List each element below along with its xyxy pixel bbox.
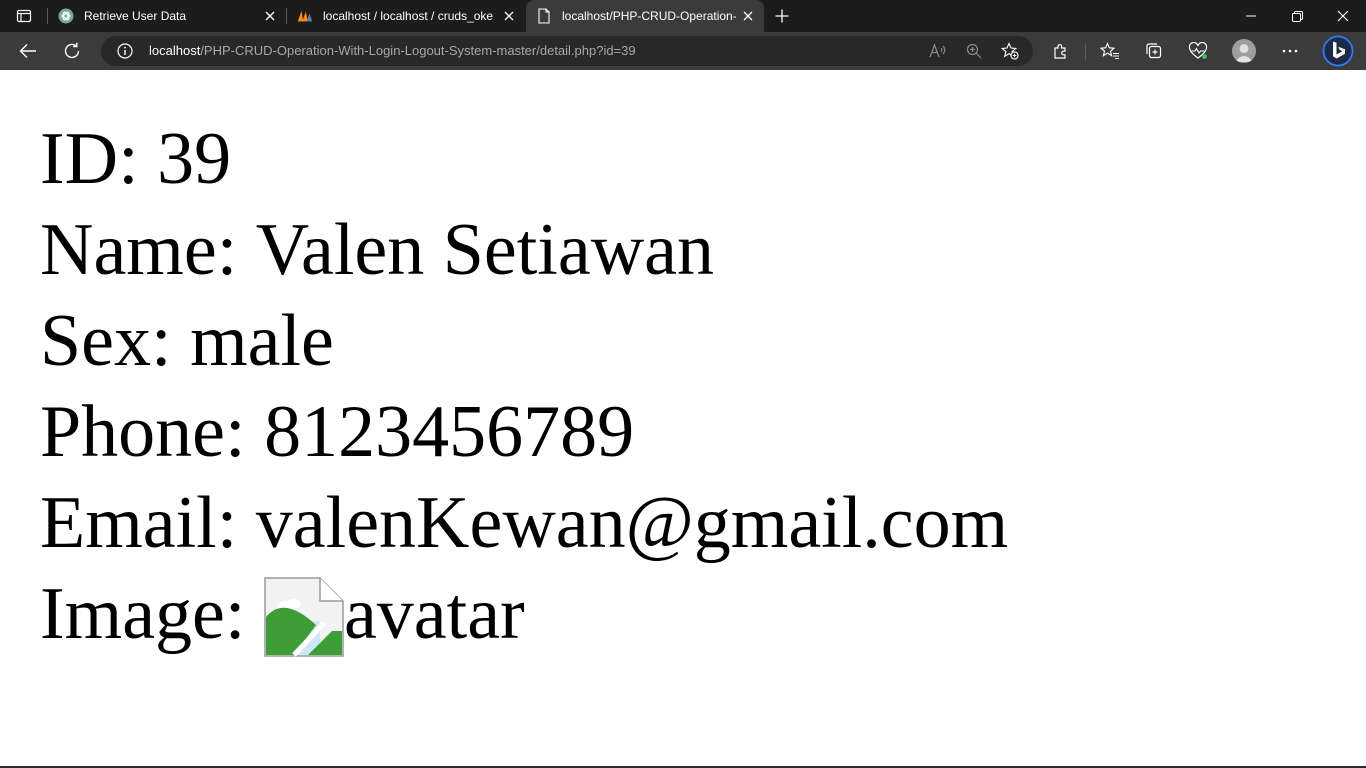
avatar-icon	[1235, 44, 1253, 62]
close-icon	[1337, 10, 1349, 22]
close-tab-icon[interactable]	[740, 8, 756, 24]
tab-title: localhost/PHP-CRUD-Operation-	[562, 9, 736, 23]
address-bar[interactable]: localhost/PHP-CRUD-Operation-With-Login-…	[101, 36, 1033, 66]
refresh-button[interactable]	[57, 37, 87, 65]
profile-avatar[interactable]	[1232, 39, 1256, 63]
minimize-button[interactable]	[1228, 0, 1274, 32]
close-tab-icon[interactable]	[262, 8, 278, 24]
minimize-icon	[1246, 15, 1256, 17]
image-alt-text: avatar	[343, 573, 525, 655]
back-button[interactable]	[13, 37, 43, 65]
favorites-icon	[1100, 42, 1119, 60]
id-label: ID:	[40, 118, 158, 200]
more-options-icon	[1282, 49, 1298, 53]
browser-toolbar: localhost/PHP-CRUD-Operation-With-Login-…	[0, 32, 1366, 70]
url-host: localhost	[149, 43, 201, 58]
close-window-button[interactable]	[1320, 0, 1366, 32]
plus-icon	[775, 9, 789, 23]
sex-value: male	[190, 300, 334, 382]
collections-button[interactable]	[1139, 37, 1169, 65]
user-detail: ID: 39 Name: Valen Setiawan Sex: male Ph…	[40, 114, 1008, 660]
detail-row-phone: Phone: 8123456789	[40, 387, 1008, 478]
tab-actions-button[interactable]	[9, 5, 39, 27]
site-info-icon[interactable]	[117, 43, 133, 59]
sex-label: Sex:	[40, 300, 191, 382]
copilot-button[interactable]	[1322, 35, 1354, 67]
url-path: /PHP-CRUD-Operation-With-Login-Logout-Sy…	[200, 43, 636, 58]
favorites-button[interactable]	[1095, 37, 1125, 65]
detail-row-id: ID: 39	[40, 114, 1008, 205]
collections-icon	[1146, 43, 1162, 59]
extensions-button[interactable]	[1046, 37, 1076, 65]
email-value: valenKewan@gmail.com	[255, 482, 1009, 564]
read-aloud-icon[interactable]	[927, 41, 949, 61]
restore-icon	[1291, 10, 1303, 22]
phone-value: 8123456789	[264, 391, 635, 473]
restore-button[interactable]	[1274, 0, 1320, 32]
page-icon	[536, 8, 552, 24]
settings-menu-button[interactable]	[1275, 37, 1305, 65]
close-tab-icon[interactable]	[501, 8, 517, 24]
tab-phpmyadmin[interactable]: localhost / localhost / cruds_oke	[287, 0, 525, 32]
heart-pulse-icon	[1188, 42, 1208, 59]
phone-label: Phone:	[40, 391, 265, 473]
detail-row-name: Name: Valen Setiawan	[40, 205, 1008, 296]
zoom-icon[interactable]	[963, 41, 985, 61]
tab-detail-page[interactable]: localhost/PHP-CRUD-Operation-	[526, 0, 764, 32]
tab-title: localhost / localhost / cruds_oke	[323, 9, 493, 23]
name-label: Name:	[40, 209, 256, 291]
tab-strip: Retrieve User Data localhost / localhost…	[0, 0, 1366, 32]
bing-copilot-icon	[1322, 35, 1354, 67]
browser-essentials-button[interactable]	[1183, 37, 1213, 65]
add-favorite-icon[interactable]	[999, 41, 1021, 61]
broken-image-icon	[264, 576, 344, 657]
detail-row-email: Email: valenKewan@gmail.com	[40, 478, 1008, 569]
openai-icon	[58, 8, 74, 24]
image-label: Image:	[40, 573, 264, 655]
tab-retrieve-user-data[interactable]: Retrieve User Data	[48, 0, 286, 32]
new-tab-button[interactable]	[768, 4, 796, 28]
refresh-icon	[64, 42, 80, 59]
tab-actions-icon	[16, 9, 32, 23]
tab-title: Retrieve User Data	[84, 9, 187, 23]
phpmyadmin-icon	[297, 8, 313, 24]
toolbar-divider	[1085, 44, 1086, 60]
detail-row-image: Image: avatar	[40, 569, 1008, 660]
back-arrow-icon	[19, 44, 36, 58]
url-text[interactable]: localhost/PHP-CRUD-Operation-With-Login-…	[149, 44, 636, 58]
email-label: Email:	[40, 482, 256, 564]
puzzle-icon	[1054, 44, 1066, 59]
name-value: Valen Setiawan	[255, 209, 714, 291]
detail-row-sex: Sex: male	[40, 296, 1008, 387]
page-content: ID: 39 Name: Valen Setiawan Sex: male Ph…	[0, 70, 1366, 768]
id-value: 39	[157, 118, 232, 200]
